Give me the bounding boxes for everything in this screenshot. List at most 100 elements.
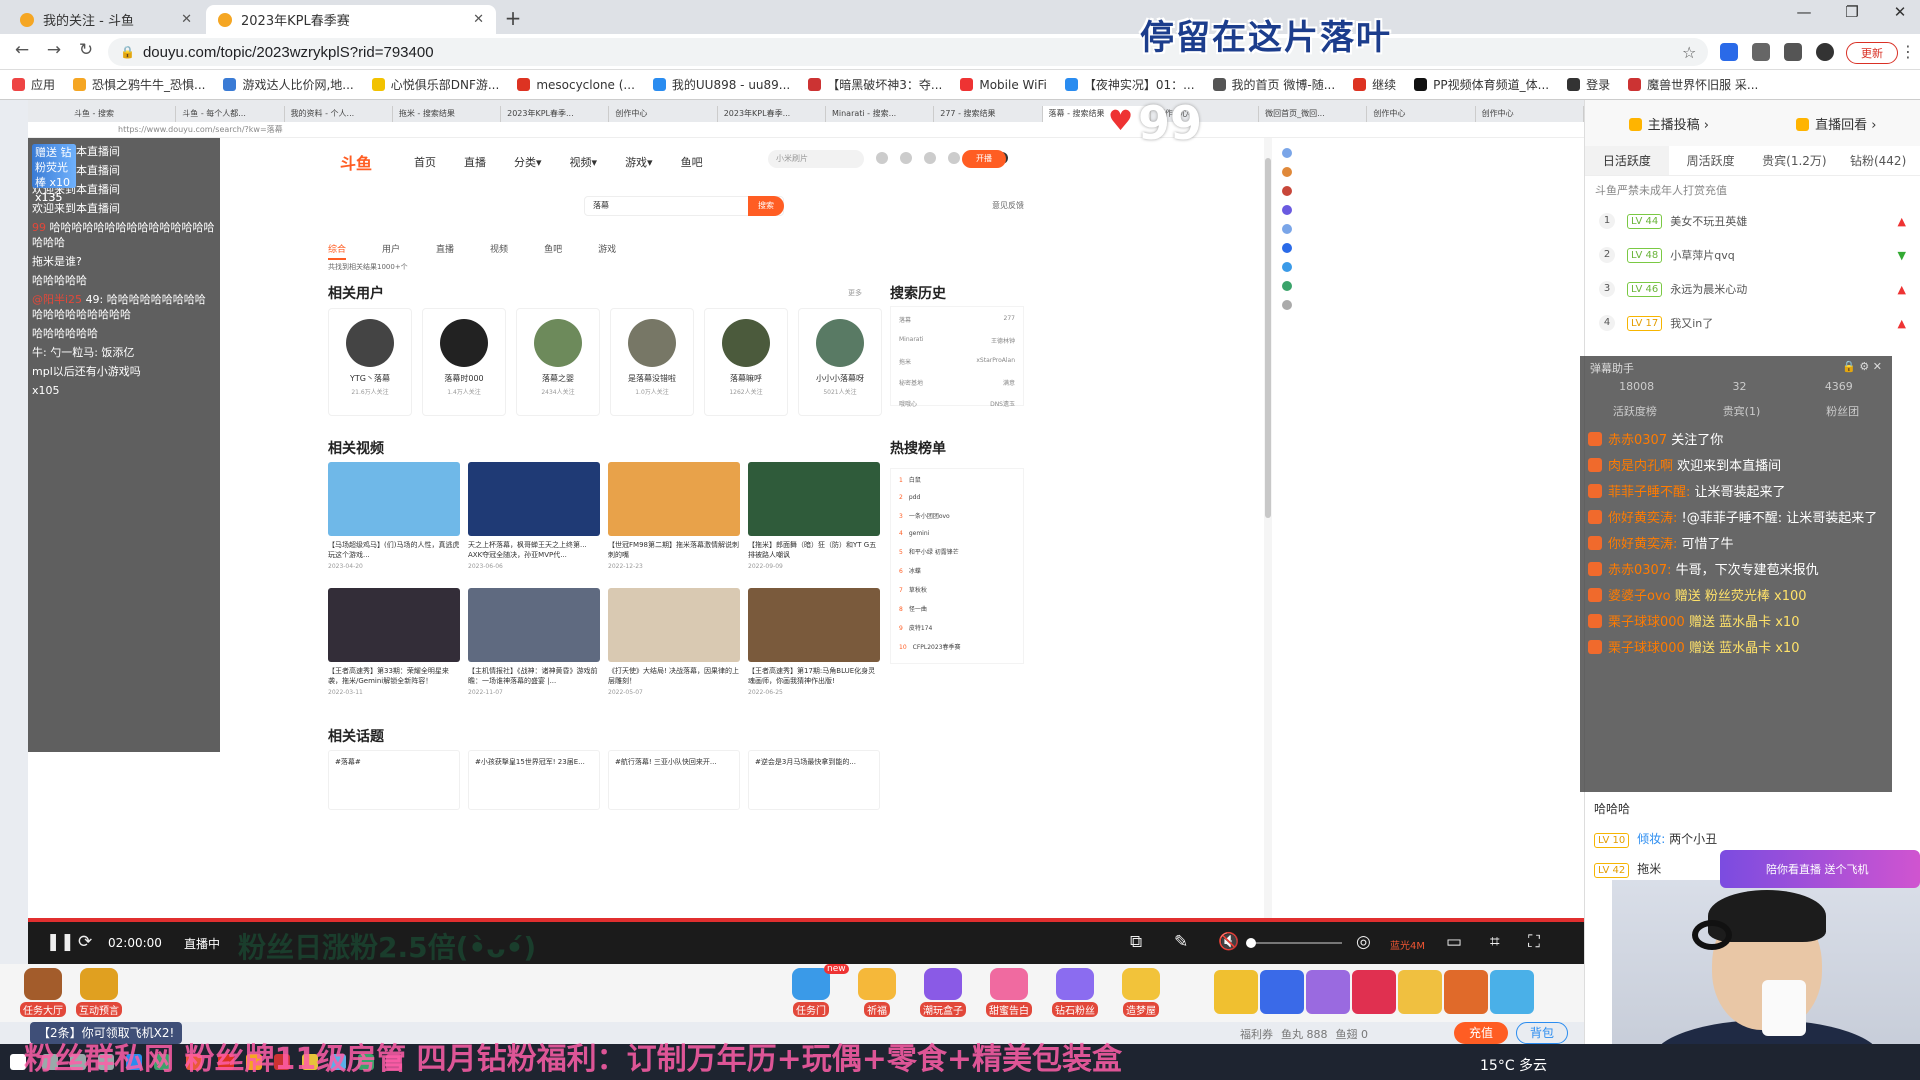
hot-name[interactable]: pdd bbox=[909, 494, 920, 501]
user-avatar[interactable] bbox=[534, 319, 582, 367]
danmu-user[interactable]: 赤赤0307 bbox=[1608, 433, 1667, 448]
toolbar-item[interactable]: 造梦屋 bbox=[1116, 968, 1166, 1017]
video-card[interactable]: 《打天使》大结局! 决战落幕，因果律的上层雕刻！ 2022-05-07 bbox=[608, 588, 740, 696]
video-thumbnail[interactable] bbox=[748, 462, 880, 536]
history-item[interactable]: DNS遗玉 bbox=[990, 399, 1015, 408]
extension-icon[interactable] bbox=[1720, 43, 1738, 61]
rank-tab[interactable]: 贵宾(1.2万) bbox=[1753, 146, 1837, 175]
hot-name[interactable]: 和平小绿 初露锋芒 bbox=[909, 549, 959, 556]
video-title[interactable]: 【马场超级鸡马】(们)马场的人性，真逃虎玩这个游戏... bbox=[328, 540, 460, 560]
user-avatar[interactable] bbox=[440, 319, 488, 367]
hot-name[interactable]: 怪一曲 bbox=[909, 606, 927, 613]
user-avatar[interactable] bbox=[816, 319, 864, 367]
new-tab-button[interactable]: + bbox=[500, 6, 526, 30]
result-tab[interactable]: 综合 bbox=[328, 242, 347, 260]
history-item[interactable]: Minarati bbox=[899, 336, 924, 345]
toolbar-item[interactable]: 互动预言 bbox=[74, 968, 124, 1017]
nav-item[interactable]: 首页 bbox=[414, 154, 436, 170]
topic-card[interactable]: #落幕# bbox=[328, 750, 460, 810]
result-tab[interactable]: 鱼吧 bbox=[544, 242, 562, 260]
bookmark-item[interactable]: 【夜神实况】01：... bbox=[1064, 76, 1195, 93]
history-item[interactable]: 王德林钟 bbox=[991, 336, 1015, 345]
inner-scrollbar[interactable] bbox=[1264, 138, 1272, 918]
hot-row[interactable]: 10 CFPL2023春季赛 bbox=[899, 642, 1015, 651]
danmu-user[interactable]: 你好黄奕涛: bbox=[1608, 537, 1677, 552]
history-item[interactable]: 落幕 bbox=[899, 315, 911, 324]
outlook-icon[interactable] bbox=[1282, 243, 1292, 253]
history-icon[interactable] bbox=[876, 152, 888, 164]
update-button[interactable]: 更新 bbox=[1846, 42, 1898, 64]
history-item[interactable]: 哦哦心 bbox=[899, 399, 917, 408]
inner-tab[interactable]: 2023年KPL春季... bbox=[718, 106, 826, 122]
rank-tab[interactable]: 日活跃度 bbox=[1585, 146, 1669, 175]
tree-icon[interactable] bbox=[1282, 281, 1292, 291]
topic-card[interactable]: #航行落幕! 三亚小队快回来开... bbox=[608, 750, 740, 810]
user-card[interactable]: 是落幕没错啦 1.0万人关注 bbox=[610, 308, 694, 416]
tab-kpl[interactable]: 2023年KPL春季赛 ✕ bbox=[206, 5, 496, 34]
nav-item[interactable]: 鱼吧 bbox=[681, 154, 703, 170]
hot-row[interactable]: 9 皮特174 bbox=[899, 623, 1015, 632]
hot-row[interactable]: 4 gemini bbox=[899, 530, 1015, 537]
history-item[interactable]: 277 bbox=[1004, 315, 1015, 324]
rank-name[interactable]: 美女不玩丑英雄 bbox=[1670, 213, 1747, 229]
bookmark-item[interactable]: 心悦俱乐部DNF游... bbox=[371, 76, 499, 93]
hot-name[interactable]: 一条小团团ovo bbox=[909, 513, 950, 520]
toolbar-item[interactable]: 任务大厅 bbox=[18, 968, 68, 1017]
users-more-link[interactable]: 更多 bbox=[848, 288, 862, 298]
user-avatar[interactable] bbox=[722, 319, 770, 367]
reading-list-icon[interactable] bbox=[1784, 43, 1802, 61]
close-icon[interactable]: ✕ bbox=[181, 12, 192, 27]
video-title[interactable]: 【主机情报社】《战神：诸神黄昏》游戏前瞻：一场谁神落幕的盛宴 |... bbox=[468, 666, 600, 686]
reload-button[interactable]: ↻ bbox=[74, 40, 98, 60]
video-title[interactable]: 天之上杯落幕，枫哥蝉王天之上终第... AXK夺冠全随决，孙亚MVP代... bbox=[468, 540, 600, 560]
bookmark-item[interactable]: 【暗黑破坏神3：夺... bbox=[808, 76, 942, 93]
hot-row[interactable]: 8 怪一曲 bbox=[899, 604, 1015, 613]
bookmark-item[interactable]: 继续 bbox=[1353, 76, 1396, 93]
inner-tab[interactable]: 我的资料 - 个人... bbox=[285, 106, 393, 122]
hot-name[interactable]: 冰蝶 bbox=[909, 568, 921, 575]
video-title[interactable]: 【拖米】郎面舞（暗）狂（防）和YT G五排被路人嘲讽 bbox=[748, 540, 880, 560]
bookmark-item[interactable]: 游戏达人比价网,地... bbox=[223, 76, 354, 93]
video-title[interactable]: 【世冠FM98第二期】拖米落幕激情解说刺刺的嘴 bbox=[608, 540, 740, 560]
history-item[interactable]: xStarProAlan bbox=[976, 357, 1015, 366]
bookmark-item[interactable]: 应用 bbox=[12, 76, 55, 93]
balance-item[interactable]: 鱼翅 0 bbox=[1336, 1026, 1369, 1042]
rank-row[interactable]: 2 LV 48 小草萍片qvq ▼ bbox=[1585, 238, 1920, 272]
danmu-user[interactable]: 肉是内孔啊 bbox=[1608, 459, 1673, 474]
message-icon[interactable] bbox=[948, 152, 960, 164]
chat-user[interactable]: 倾妆: bbox=[1637, 832, 1665, 846]
video-card[interactable]: 【王者高速秀】第17期:马角BLUE化身灵魂画师，你画我猜神作出版! 2022-0… bbox=[748, 588, 880, 696]
stream-video[interactable]: 斗鱼 - 搜索 斗鱼 - 每个人都... 我的资料 - 个人... 拖米 - 搜索结果… bbox=[28, 100, 1584, 922]
hot-row[interactable]: 6 冰蝶 bbox=[899, 566, 1015, 575]
video-title[interactable]: 【王者高速秀】第17期:马角BLUE化身灵魂画师，你画我猜神作出版! bbox=[748, 666, 880, 686]
rank-name[interactable]: 我又in了 bbox=[1670, 315, 1713, 331]
video-thumbnail[interactable] bbox=[468, 588, 600, 662]
danmu-user[interactable]: 你好黄奕涛: bbox=[1608, 511, 1677, 526]
result-tab[interactable]: 视频 bbox=[490, 242, 508, 260]
video-card[interactable]: 【世冠FM98第二期】拖米落幕激情解说刺刺的嘴 2022-12-23 bbox=[608, 462, 740, 570]
open-live-button[interactable]: 开播 bbox=[962, 150, 1006, 168]
mute-icon[interactable]: 🔇 bbox=[1218, 932, 1239, 952]
danmu-toggle-button[interactable]: ◎ bbox=[1356, 932, 1371, 952]
puzzle-icon[interactable] bbox=[1752, 43, 1770, 61]
gift-item[interactable] bbox=[1260, 970, 1304, 1014]
plus-icon[interactable] bbox=[1282, 300, 1292, 310]
danmu-subtab[interactable]: 粉丝团 bbox=[1826, 403, 1859, 419]
video-title[interactable]: 《打天使》大结局! 决战落幕，因果律的上层雕刻！ bbox=[608, 666, 740, 686]
danmu-subtab[interactable]: 贵宾(1) bbox=[1723, 403, 1761, 419]
download-icon[interactable] bbox=[924, 152, 936, 164]
user-name[interactable]: 落幕时000 bbox=[423, 373, 505, 384]
video-thumbnail[interactable] bbox=[468, 462, 600, 536]
danmu-user[interactable]: 赤赤0307: bbox=[1608, 563, 1671, 578]
bag-icon[interactable] bbox=[1282, 186, 1292, 196]
refresh-button[interactable]: ⟳ bbox=[78, 932, 92, 952]
menu-kebab-icon[interactable]: ⋮ bbox=[1900, 42, 1916, 61]
video-thumbnail[interactable] bbox=[608, 588, 740, 662]
danmu-edit-button[interactable]: ✎ bbox=[1174, 932, 1188, 952]
tab-my-follow[interactable]: 我的关注 - 斗鱼 ✕ bbox=[8, 5, 204, 34]
volume-slider[interactable] bbox=[1246, 938, 1342, 948]
bookmark-item[interactable]: 我的UU898 - uu89... bbox=[652, 76, 790, 93]
hot-row[interactable]: 1 白鼠 bbox=[899, 475, 1015, 484]
rank-row[interactable]: 4 LV 17 我又in了 ▲ bbox=[1585, 306, 1920, 340]
video-card[interactable]: 【马场超级鸡马】(们)马场的人性，真逃虎玩这个游戏... 2023-04-20 bbox=[328, 462, 460, 570]
